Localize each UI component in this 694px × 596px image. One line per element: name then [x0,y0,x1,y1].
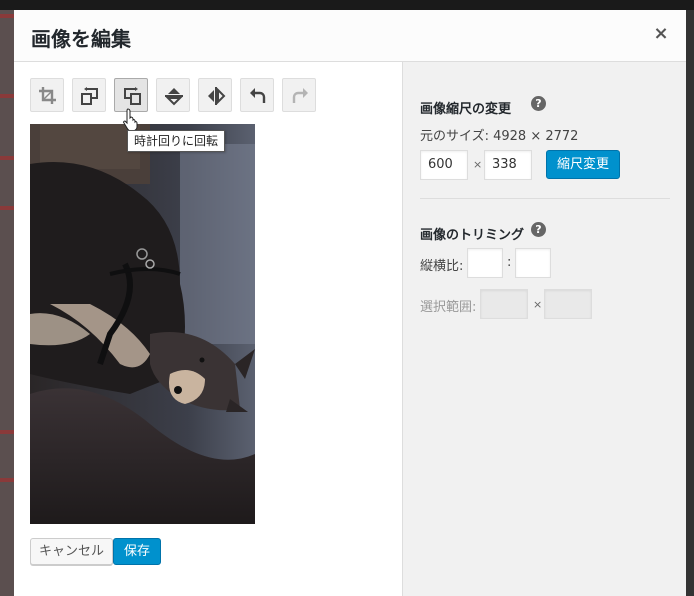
scale-height-input[interactable]: 338 [484,150,532,180]
edit-image-modal: 画像を編集 × 時計回りに回転 キャンセル 保存 画像縮尺の変更 ? 元のサイズ… [14,10,686,596]
selection-width-input[interactable] [480,289,528,319]
aspect-ratio-width-input[interactable] [467,248,503,278]
cancel-button[interactable]: キャンセル [30,538,114,565]
scale-button[interactable]: 縮尺変更 [546,150,621,179]
flip-vertical-icon [165,88,183,106]
section-divider [420,198,670,199]
settings-panel: 画像縮尺の変更 ? 元のサイズ: 4928 × 2772 600 × 338 縮… [402,62,686,596]
redo-button[interactable] [282,78,316,112]
crop-section-title: 画像のトリミング [420,228,525,243]
background-right-edge [686,10,694,596]
flip-horizontal-icon [208,87,226,105]
flip-vertical-button[interactable] [156,78,190,112]
scale-section-title: 画像縮尺の変更 [420,102,512,117]
undo-icon [250,88,266,103]
crop-icon [39,87,56,104]
scale-width-input[interactable]: 600 [420,150,468,180]
aspect-ratio-height-input[interactable] [515,248,551,278]
close-icon[interactable]: × [649,22,673,46]
modal-header: 画像を編集 × [14,10,686,62]
redo-icon [292,88,308,103]
scale-help-icon[interactable]: ? [531,96,546,111]
selection-label: 選択範囲: [420,300,477,315]
save-button[interactable]: 保存 [113,538,162,565]
crop-help-icon[interactable]: ? [531,222,546,237]
scale-times-symbol: × [473,158,483,171]
flip-horizontal-button[interactable] [198,78,232,112]
background-admin-bar [0,0,694,10]
rotate-tooltip: 時計回りに回転 [127,130,226,152]
image-edit-toolbar [30,78,330,112]
aspect-ratio-label: 縦横比: [420,259,464,274]
image-preview[interactable] [30,124,255,524]
hand-cursor-icon [123,108,138,130]
modal-title: 画像を編集 [31,27,131,51]
dog-photo [30,124,255,524]
selection-height-input[interactable] [544,289,592,319]
rotate-clockwise-icon [124,87,141,105]
aspect-ratio-separator: : [507,255,512,270]
rotate-right-button[interactable] [114,78,148,112]
rotate-counterclockwise-icon [81,87,98,105]
rotate-left-button[interactable] [72,78,106,112]
crop-button[interactable] [30,78,64,112]
selection-times-symbol: × [533,298,543,311]
undo-button[interactable] [240,78,274,112]
original-size-text: 元のサイズ: 4928 × 2772 [420,129,579,144]
background-sidebar [0,10,14,596]
